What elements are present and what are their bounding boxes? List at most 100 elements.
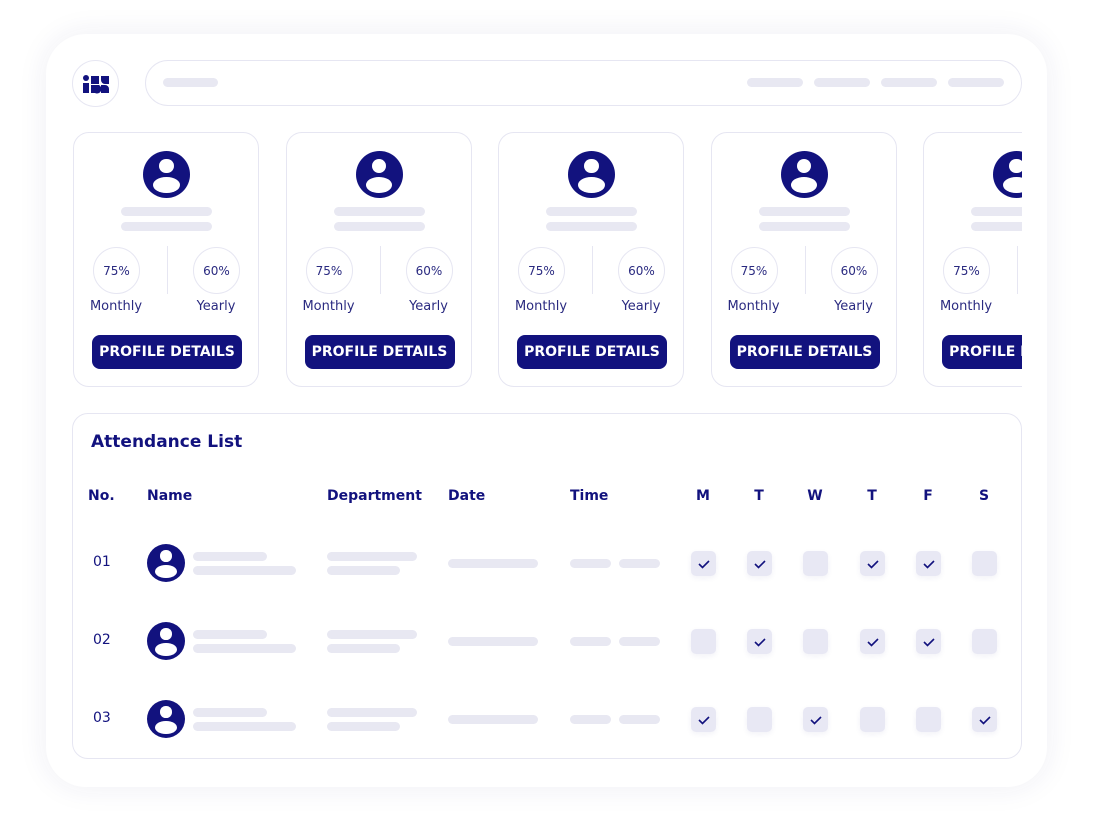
monthly-label: Monthly — [302, 299, 355, 314]
column-header: Name — [147, 488, 193, 504]
divider — [592, 246, 593, 294]
attendance-checkbox[interactable] — [860, 551, 885, 576]
row-number: 01 — [93, 554, 111, 570]
attendance-checkbox[interactable] — [916, 629, 941, 654]
profile-card: 75% 60% Monthly Yearly PROFILE DETAILS — [710, 132, 897, 387]
attendance-checkbox[interactable] — [860, 629, 885, 654]
role-placeholder — [333, 222, 425, 231]
attendance-checkbox[interactable] — [803, 629, 828, 654]
department-placeholder — [327, 552, 417, 561]
name-placeholder — [193, 630, 267, 639]
avatar — [355, 151, 403, 198]
name-placeholder — [193, 552, 267, 561]
yearly-label: Yearly — [621, 299, 661, 314]
check-icon — [922, 559, 935, 569]
attendance-checkbox[interactable] — [803, 551, 828, 576]
nav-item[interactable] — [747, 78, 803, 87]
name-placeholder — [546, 207, 637, 216]
day-header: F — [923, 488, 933, 504]
time-out-placeholder — [619, 637, 660, 646]
avatar — [147, 700, 185, 738]
avatar — [143, 151, 190, 198]
monthly-percent: 75% — [518, 247, 565, 294]
placeholder-bar — [163, 78, 218, 87]
role-placeholder — [758, 222, 850, 231]
date-placeholder — [448, 637, 538, 646]
avatar — [993, 151, 1022, 198]
attendance-checkbox[interactable] — [747, 551, 772, 576]
check-icon — [697, 715, 710, 725]
email-placeholder — [193, 722, 296, 731]
profile-details-button[interactable]: PROFILE DETAILS — [729, 335, 880, 369]
profile-details-button[interactable]: PROFILE DETAILS — [942, 335, 1022, 369]
logo[interactable] — [72, 60, 119, 107]
row-number: 02 — [93, 632, 111, 648]
monthly-percent: 75% — [305, 247, 353, 294]
search-bar[interactable] — [145, 60, 1022, 106]
avatar — [147, 544, 185, 582]
profile-details-button[interactable]: PROFILE DETAILS — [304, 335, 455, 369]
profile-details-button[interactable]: PROFILE DETAILS — [517, 335, 667, 369]
check-icon — [978, 715, 991, 725]
day-header: T — [867, 488, 877, 504]
attendance-checkbox[interactable] — [803, 707, 828, 732]
avatar — [780, 151, 828, 198]
profile-cards: 75% 60% Monthly Yearly PROFILE DETAILS 7… — [72, 131, 1022, 389]
nav-item[interactable] — [881, 78, 937, 87]
check-icon — [753, 637, 766, 647]
attendance-checkbox[interactable] — [747, 707, 772, 732]
attendance-checkbox[interactable] — [972, 629, 997, 654]
profile-details-button[interactable]: PROFILE DETAILS — [92, 335, 242, 369]
email-placeholder — [193, 566, 296, 575]
nav-item[interactable] — [814, 78, 870, 87]
email-placeholder — [193, 644, 296, 653]
attendance-checkbox[interactable] — [972, 551, 997, 576]
avatar — [568, 151, 615, 198]
attendance-checkbox[interactable] — [691, 551, 716, 576]
department-placeholder — [327, 630, 417, 639]
attendance-checkbox[interactable] — [691, 707, 716, 732]
day-header: S — [978, 488, 990, 504]
attendance-checkbox[interactable] — [860, 707, 885, 732]
profile-card: 75% 60% Monthly Yearly PROFILE DETAILS — [498, 132, 684, 387]
yearly-percent: 60% — [830, 247, 878, 294]
check-icon — [697, 559, 710, 569]
yearly-label: Yearly — [834, 299, 873, 314]
role-placeholder — [971, 222, 1022, 231]
profile-card: 75% 60% Monthly Yearly PROFILE DETAILS — [285, 132, 472, 387]
divider — [379, 246, 381, 294]
time-in-placeholder — [570, 715, 611, 724]
attendance-checkbox[interactable] — [916, 707, 941, 732]
attendance-table: Attendance List No. Name Department Date Tim… — [72, 413, 1022, 759]
check-icon — [922, 637, 935, 647]
check-icon — [866, 637, 879, 647]
monthly-label: Monthly — [89, 299, 143, 314]
divider — [167, 246, 168, 294]
attendance-title: Attendance List — [91, 432, 243, 452]
attendance-checkbox[interactable] — [972, 707, 997, 732]
date-placeholder — [448, 559, 538, 568]
monthly-label: Monthly — [727, 299, 780, 314]
role-placeholder — [121, 222, 212, 231]
check-icon — [753, 559, 766, 569]
profile-card: 75% 60% Monthly Yearly PROFILE DETAILS — [73, 132, 259, 387]
nav-item[interactable] — [948, 78, 1004, 87]
time-out-placeholder — [619, 715, 660, 724]
yearly-label: Yearly — [196, 299, 236, 314]
monthly-label: Monthly — [514, 299, 568, 314]
check-icon — [809, 715, 822, 725]
row-number: 03 — [93, 710, 111, 726]
brand-logo-icon — [82, 74, 109, 93]
day-header: T — [754, 488, 764, 504]
yearly-percent: 60% — [193, 247, 240, 294]
yearly-percent: 60% — [618, 247, 665, 294]
name-placeholder — [193, 708, 267, 717]
day-header: M — [696, 488, 710, 504]
attendance-checkbox[interactable] — [916, 551, 941, 576]
attendance-checkbox[interactable] — [747, 629, 772, 654]
avatar — [147, 622, 185, 660]
attendance-checkbox[interactable] — [691, 629, 716, 654]
time-out-placeholder — [619, 559, 660, 568]
monthly-percent: 75% — [943, 247, 990, 294]
monthly-percent: 75% — [730, 247, 778, 294]
